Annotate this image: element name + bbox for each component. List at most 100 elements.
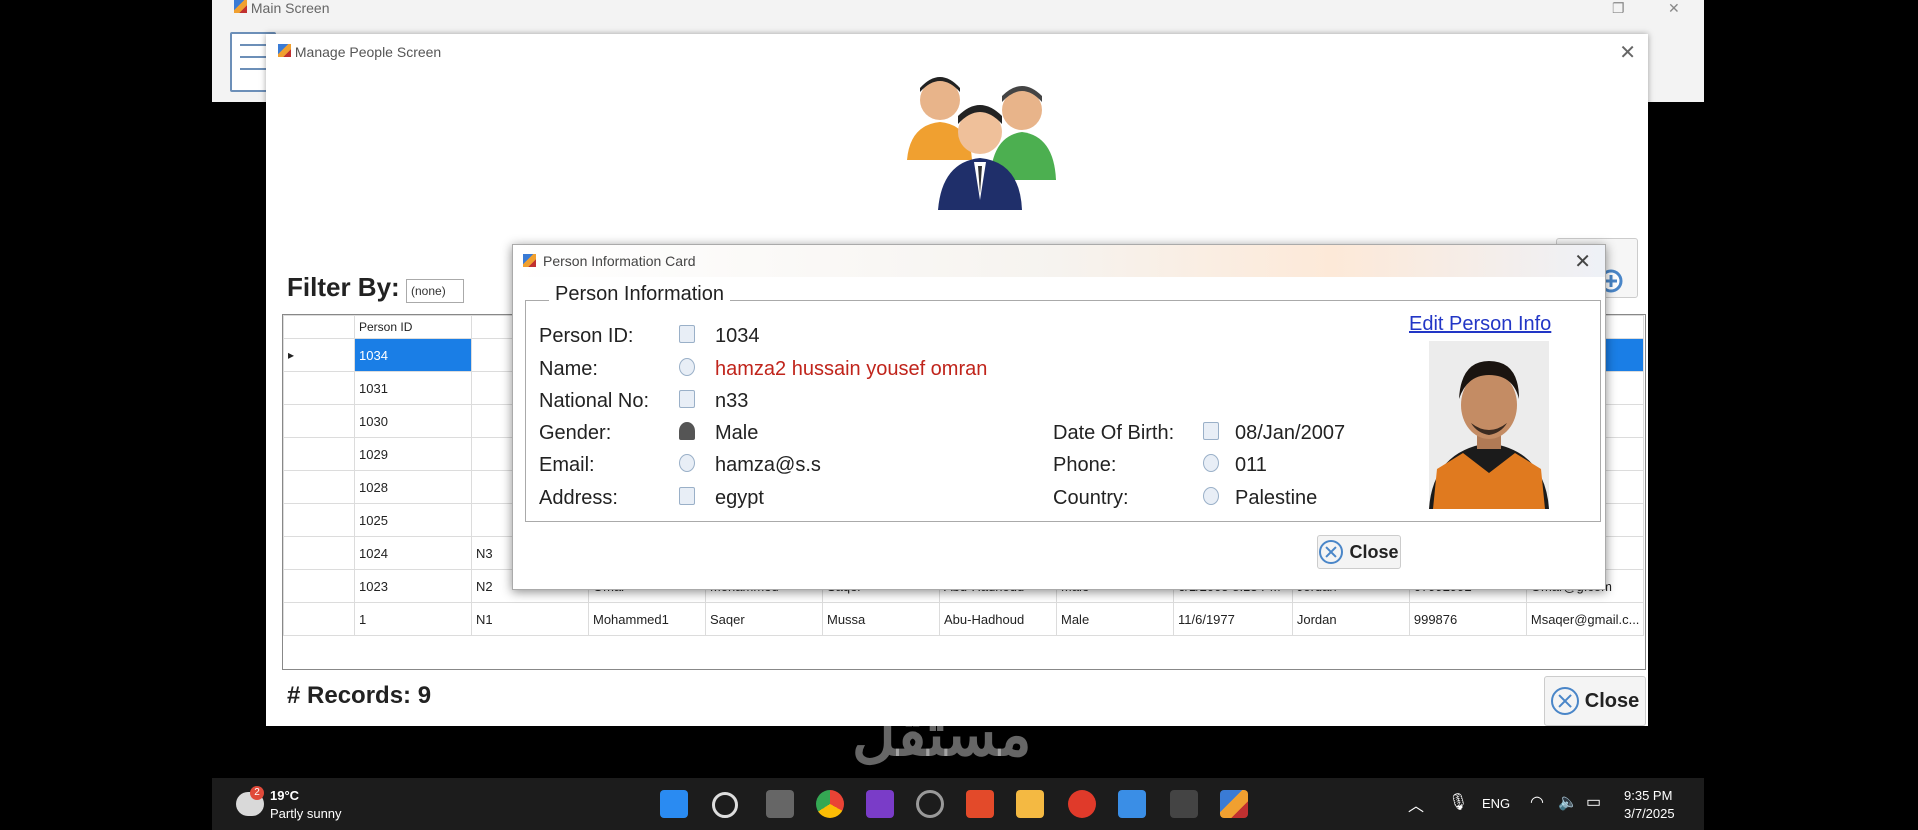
table-cell[interactable]: 1024 [354,536,472,570]
id-card-icon [679,390,695,408]
battery-icon[interactable]: ▭ [1586,792,1601,812]
taskbar: 2 19°C Partly sunny ︿ 🎙 ENG ◠ 🔈 ▭ 9:35 P… [212,778,1704,830]
address-value: egypt [715,487,764,509]
table-cell[interactable]: 1031 [354,371,472,405]
table-cell[interactable]: Mohammed1 [588,602,706,636]
user-icon [679,358,695,376]
dob-value: 08/Jan/2007 [1235,422,1346,444]
wifi-icon[interactable]: ◠ [1530,792,1544,812]
table-cell[interactable]: Mussa [822,602,940,636]
row-selector[interactable] [283,503,355,537]
row-selector[interactable] [283,437,355,471]
table-cell[interactable]: N1 [471,602,589,636]
person-photo-image [1429,341,1549,509]
manage-people-window: Manage People Screen ✕ Filter By: (none) [266,34,1648,726]
close-button[interactable]: Close [1544,676,1646,726]
country-label: Country: [1053,487,1129,509]
national-no-value: n33 [715,390,749,412]
restore-icon[interactable]: ❐ [1612,0,1625,17]
table-cell[interactable]: Abu-Hadhoud [939,602,1057,636]
close-circle-icon [1550,687,1579,715]
person-id-value: 1034 [715,325,760,347]
search-icon[interactable] [712,792,738,818]
wps-icon[interactable] [966,790,994,818]
table-cell[interactable]: 11/6/1977 [1173,602,1293,636]
name-label: Name: [539,358,598,380]
table-cell[interactable]: Jordan [1291,602,1410,636]
close-icon[interactable]: ✕ [1668,0,1680,17]
records-count: # Records: 9 [287,682,432,709]
notepad-icon[interactable] [1118,790,1146,818]
table-cell[interactable]: 1023 [354,569,472,603]
calendar-icon [1203,422,1219,440]
chrome-icon[interactable] [816,790,844,818]
person-id-label: Person ID: [539,325,634,347]
at-sign-icon [679,454,695,472]
file-explorer-icon[interactable] [1016,790,1044,818]
row-selector[interactable]: ▸ [283,338,355,372]
country-value: Palestine [1235,487,1318,509]
table-cell[interactable]: Male [1056,602,1174,636]
phone-value: 011 [1235,454,1267,476]
phone-label: Phone: [1053,454,1117,476]
close-icon[interactable]: ✕ [1619,40,1636,65]
browser-icon[interactable] [916,790,944,818]
row-selector[interactable] [283,404,355,438]
table-cell[interactable]: 999876 [1408,602,1527,636]
gender-value: Male [715,422,759,444]
table-cell[interactable]: 1034 [354,338,472,372]
filter-dropdown[interactable]: (none) [406,279,464,303]
weather-desc[interactable]: Partly sunny [270,806,342,821]
row-selector[interactable] [283,602,355,636]
globe-icon [1203,487,1219,505]
start-icon[interactable] [660,790,688,818]
person-icon [679,422,695,440]
tomato-icon[interactable] [1068,790,1096,818]
phone-icon [1203,454,1219,472]
app-icon[interactable] [1170,790,1198,818]
table-cell[interactable]: 1028 [354,470,472,504]
running-app-icon[interactable] [1220,790,1248,818]
table-cell[interactable]: 1029 [354,437,472,471]
manage-people-title: Manage People Screen [278,44,441,60]
column-header[interactable]: Person ID [354,315,472,339]
close-icon[interactable]: ✕ [1574,249,1591,274]
weather-badge: 2 [250,786,264,800]
row-selector[interactable] [283,470,355,504]
person-info-card-dialog: Person Information Card ✕ Person Informa… [512,244,1606,590]
task-view-icon[interactable] [766,790,794,818]
card-close-button[interactable]: Close [1317,535,1401,569]
table-cell[interactable]: 1025 [354,503,472,537]
clock-time[interactable]: 9:35 PM [1624,788,1672,803]
language-indicator[interactable]: ENG [1482,796,1510,811]
table-cell[interactable]: Msaqer@gmail.c... [1525,602,1645,636]
visual-studio-icon[interactable] [866,790,894,818]
card-title: Person Information Card [543,253,696,269]
volume-icon[interactable]: 🔈 [1558,792,1578,812]
row-header-corner [283,315,355,339]
id-card-icon [679,325,695,343]
weather-temp[interactable]: 19°C [270,788,299,803]
row-selector[interactable] [283,371,355,405]
table-cell[interactable]: 1 [354,602,472,636]
desktop: Main Screen ❐ ✕ Manage People Screen ✕ F… [212,0,1704,830]
people-logo-icon [907,77,1056,210]
address-icon [679,487,695,505]
row-selector[interactable] [283,569,355,603]
dob-label: Date Of Birth: [1053,422,1175,444]
row-selector[interactable] [283,536,355,570]
app-icon [523,254,536,267]
clock-date[interactable]: 3/7/2025 [1624,806,1675,821]
watermark-logo: مستقل [852,701,1032,768]
person-photo [1429,341,1549,509]
edit-person-info-link[interactable]: Edit Person Info [1409,313,1551,336]
email-value: hamza@s.s [715,454,821,476]
table-cell[interactable]: Saqer [705,602,823,636]
chevron-up-icon[interactable]: ︿ [1408,792,1424,816]
gender-label: Gender: [539,422,612,444]
microphone-icon[interactable]: 🎙 [1448,792,1468,812]
table-cell[interactable]: 1030 [354,404,472,438]
national-no-label: National No: [539,390,650,412]
app-icon [278,44,291,57]
table-row[interactable]: 1 N1 Mohammed1 Saqer Mussa Abu-Hadhoud Male 11/… [283,602,1645,636]
